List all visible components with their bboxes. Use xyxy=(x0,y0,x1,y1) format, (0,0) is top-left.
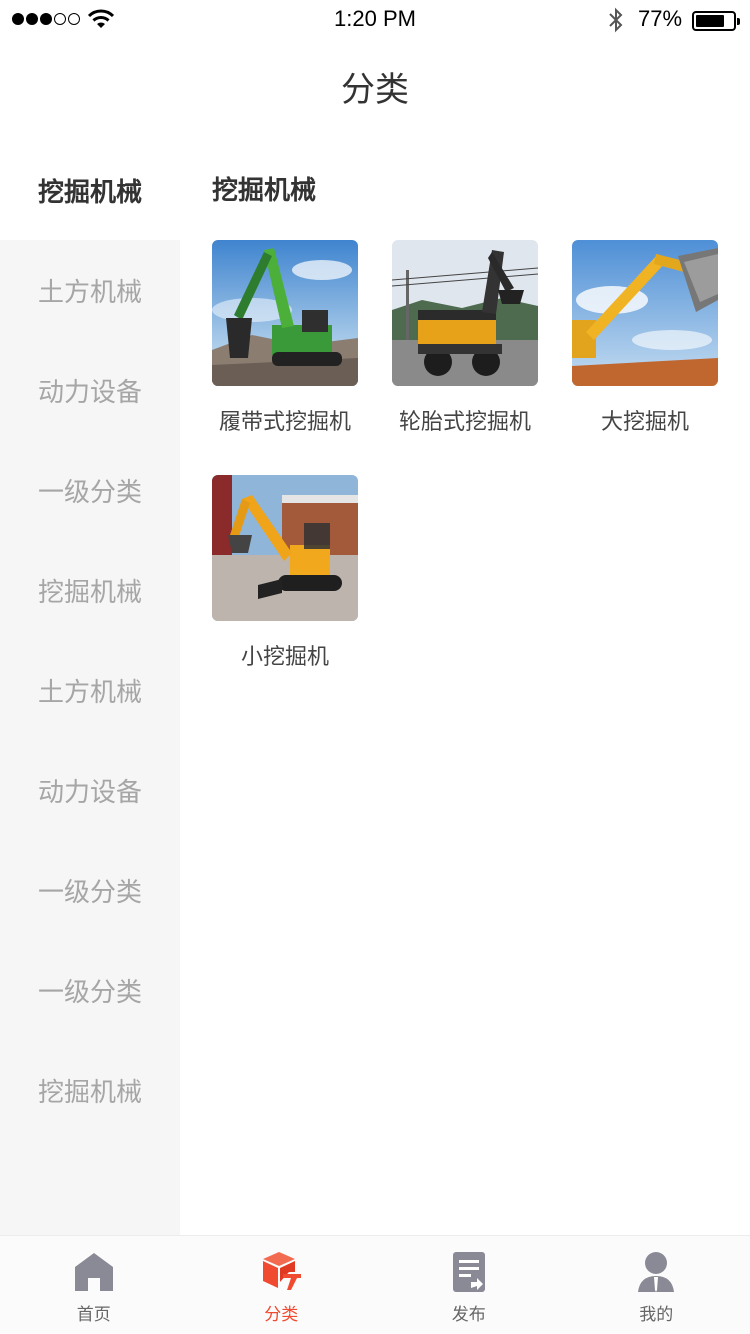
category-box-icon xyxy=(263,1252,302,1290)
product-image-large-excavator xyxy=(572,240,718,386)
page-title: 分类 xyxy=(341,70,409,110)
product-label: 履带式挖掘机 xyxy=(218,410,351,435)
bottom-tab-bar: 首页 分类 发布 我的 xyxy=(0,1235,750,1334)
tab-publish[interactable]: 发布 xyxy=(375,1236,563,1334)
sidebar-item-earthwork-machinery[interactable]: 土方机械 xyxy=(0,240,180,340)
sidebar-item-excavation-machinery[interactable]: 挖掘机械 xyxy=(0,540,180,640)
battery-icon xyxy=(692,11,740,31)
sidebar-item-level-one-category[interactable]: 一级分类 xyxy=(0,440,180,540)
profile-user-icon xyxy=(638,1252,675,1292)
product-label: 小挖掘机 xyxy=(240,645,329,670)
product-label: 大挖掘机 xyxy=(600,410,689,435)
category-content: 挖掘机械 履带式挖掘机 轮胎式挖掘机 大挖掘机 小挖掘机 xyxy=(180,140,750,1235)
product-grid: 履带式挖掘机 轮胎式挖掘机 大挖掘机 小挖掘机 xyxy=(212,240,750,710)
sidebar-item-power-equipment[interactable]: 动力设备 xyxy=(0,340,180,440)
product-card-crawler-excavator[interactable]: 履带式挖掘机 xyxy=(212,240,392,475)
publish-document-icon xyxy=(452,1252,485,1292)
product-label: 轮胎式挖掘机 xyxy=(398,410,531,435)
tab-profile[interactable]: 我的 xyxy=(563,1236,750,1334)
sidebar-item-level-one-category[interactable]: 一级分类 xyxy=(0,840,180,940)
product-card-mini-excavator[interactable]: 小挖掘机 xyxy=(212,475,392,710)
status-bar: 1:20 PM 77% xyxy=(0,0,750,40)
sidebar-item-level-one-category[interactable]: 一级分类 xyxy=(0,940,180,1040)
tab-category[interactable]: 分类 xyxy=(188,1236,376,1334)
tab-label-category: 分类 xyxy=(264,1305,299,1325)
tab-label-publish: 发布 xyxy=(451,1305,486,1325)
product-image-wheeled-excavator xyxy=(392,240,538,386)
product-card-large-excavator[interactable]: 大挖掘机 xyxy=(572,240,750,475)
home-icon xyxy=(74,1253,113,1291)
sidebar-item-earthwork-machinery[interactable]: 土方机械 xyxy=(0,640,180,740)
section-title: 挖掘机械 xyxy=(212,176,317,206)
category-sidebar: 挖掘机械 土方机械 动力设备 一级分类 挖掘机械 土方机械 动力设备 一级分类 … xyxy=(0,140,180,1235)
bluetooth-icon xyxy=(609,7,623,33)
sidebar-item-power-equipment[interactable]: 动力设备 xyxy=(0,740,180,840)
tab-home[interactable]: 首页 xyxy=(0,1236,188,1334)
sidebar-item-excavation-machinery[interactable]: 挖掘机械 xyxy=(0,140,180,240)
product-card-wheeled-excavator[interactable]: 轮胎式挖掘机 xyxy=(392,240,572,475)
tab-label-home: 首页 xyxy=(76,1305,111,1325)
product-image-mini-excavator xyxy=(212,475,358,621)
sidebar-item-excavation-machinery[interactable]: 挖掘机械 xyxy=(0,1040,180,1140)
tab-label-profile: 我的 xyxy=(639,1305,674,1325)
battery-percent: 77% xyxy=(638,6,683,31)
product-image-crawler-excavator xyxy=(212,240,358,386)
